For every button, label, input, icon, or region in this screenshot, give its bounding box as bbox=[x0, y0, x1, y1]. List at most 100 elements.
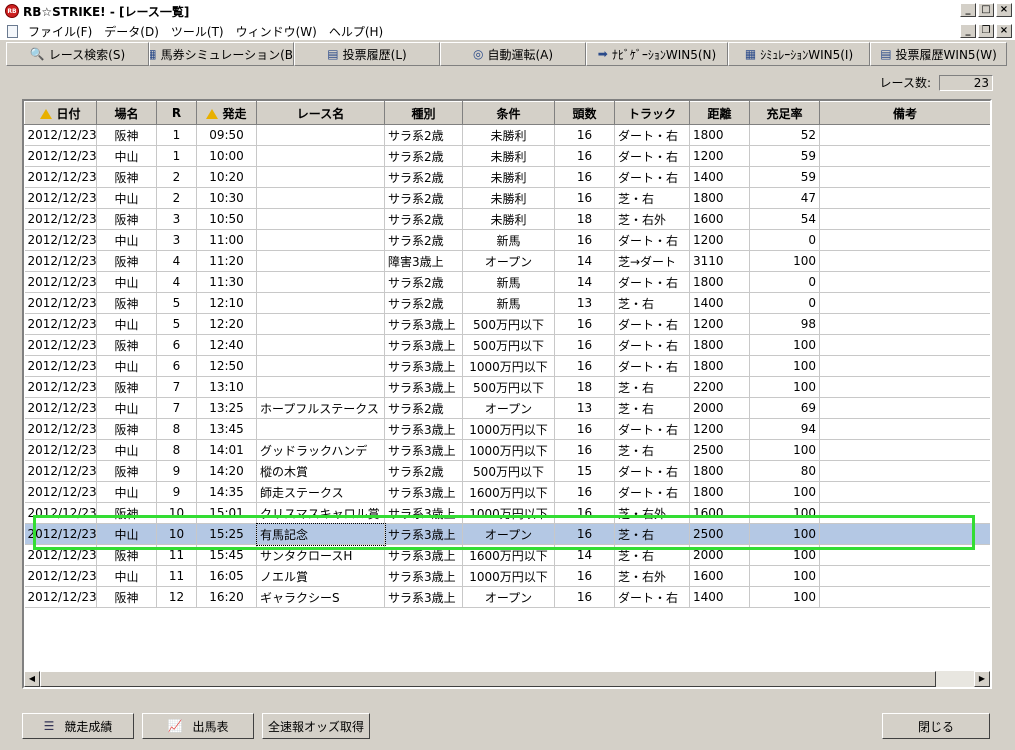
table-row[interactable]: 2012/12/23 中山 5 12:20 サラ系3歳上 500万円以下 16 ダート・右 12… bbox=[24, 313, 990, 335]
table-row[interactable]: 2012/12/23 阪神 3 10:50 サラ系2歳 未勝利 18 芝・右外 1600 54 bbox=[24, 208, 990, 230]
minimize-button[interactable]: _ bbox=[960, 3, 976, 17]
table-row[interactable]: 2012/12/23 阪神 7 13:10 サラ系3歳上 500万円以下 18 芝・右 2200… bbox=[24, 376, 990, 398]
cell-race-name bbox=[256, 313, 385, 335]
table-row[interactable]: 2012/12/23 中山 1 10:00 サラ系2歳 未勝利 16 ダート・右 1200 59 bbox=[24, 145, 990, 167]
cell-condition: 1000万円以下 bbox=[462, 418, 555, 440]
navigation-win5-button[interactable]: ➡ ﾅﾋﾞｹﾞｰｼｮﾝWIN5(N) bbox=[586, 42, 728, 66]
table-row[interactable]: 2012/12/23 中山 6 12:50 サラ系3歳上 1000万円以下 16 ダート・右 1… bbox=[24, 355, 990, 377]
table-row[interactable]: 2012/12/23 阪神 5 12:10 サラ系2歳 新馬 13 芝・右 1400 0 bbox=[24, 292, 990, 314]
cell-race-number: 10 bbox=[156, 523, 197, 545]
bet-simulation-button[interactable]: ▦ 馬券シミュレーション(B) bbox=[149, 42, 294, 66]
cell-date: 2012/12/23 bbox=[24, 313, 97, 335]
column-header-date[interactable]: 日付 bbox=[24, 101, 97, 125]
close-window-button[interactable]: × bbox=[996, 3, 1012, 17]
table-row[interactable]: 2012/12/23 中山 7 13:25 ホープフルステークス サラ系2歳 オープン 13 芝… bbox=[24, 397, 990, 419]
horizontal-scrollbar[interactable]: ◀ ▶ bbox=[24, 671, 990, 687]
cell-race-number: 8 bbox=[156, 439, 197, 461]
cell-fill-rate: 100 bbox=[749, 376, 820, 398]
table-row[interactable]: 2012/12/23 阪神 6 12:40 サラ系3歳上 500万円以下 16 ダート・右 18… bbox=[24, 334, 990, 356]
cell-notes bbox=[819, 460, 990, 482]
simulation-win5-button[interactable]: ▦ ｼﾐｭﾚｰｼｮﾝWIN5(I) bbox=[728, 42, 870, 66]
table-row[interactable]: 2012/12/23 阪神 4 11:20 障害3歳上 オープン 14 芝→ダート 3110 10… bbox=[24, 250, 990, 272]
scroll-track[interactable] bbox=[936, 671, 974, 687]
cell-condition: 新馬 bbox=[462, 229, 555, 251]
cell-runners: 13 bbox=[554, 397, 615, 419]
cell-category: サラ系3歳上 bbox=[384, 481, 463, 503]
cell-distance: 1800 bbox=[689, 481, 750, 503]
fetch-odds-button[interactable]: 全速報オッズ取得 bbox=[262, 713, 370, 739]
scroll-thumb[interactable] bbox=[40, 671, 936, 687]
cell-venue: 阪神 bbox=[96, 250, 157, 272]
table-row[interactable]: 2012/12/23 中山 8 14:01 グッドラックハンデ サラ系3歳上 1000万円以… bbox=[24, 439, 990, 461]
maximize-button[interactable]: □ bbox=[978, 3, 994, 17]
chart-icon: 📈 bbox=[167, 719, 183, 733]
cell-track: ダート・右 bbox=[614, 586, 690, 608]
entries-button[interactable]: 📈 出馬表 bbox=[142, 713, 254, 739]
cell-race-name: クリスマスキャロル賞 bbox=[256, 502, 385, 524]
cell-venue: 阪神 bbox=[96, 376, 157, 398]
race-list-grid[interactable]: 日付 場名 R 発走 レース名 種別 条件 頭数 トラック 距離 充足率 備考 2012/12/23 阪… bbox=[22, 99, 992, 689]
menu-tools[interactable]: ツール(T) bbox=[165, 23, 230, 40]
cell-race-name bbox=[256, 124, 385, 146]
table-row[interactable]: 2012/12/23 阪神 8 13:45 サラ系3歳上 1000万円以下 16 ダート・右 1… bbox=[24, 418, 990, 440]
cell-runners: 16 bbox=[554, 166, 615, 188]
column-header-track[interactable]: トラック bbox=[614, 101, 690, 125]
cell-race-number: 2 bbox=[156, 166, 197, 188]
scroll-right-button[interactable]: ▶ bbox=[974, 671, 990, 687]
column-header-start-time[interactable]: 発走 bbox=[196, 101, 257, 125]
close-button[interactable]: 閉じる bbox=[882, 713, 990, 739]
race-results-button[interactable]: ☰ 競走成績 bbox=[22, 713, 134, 739]
cell-race-name: ノエル賞 bbox=[256, 565, 385, 587]
cell-race-number: 5 bbox=[156, 292, 197, 314]
cell-date: 2012/12/23 bbox=[24, 292, 97, 314]
cell-start-time: 13:45 bbox=[196, 418, 257, 440]
cell-category: サラ系2歳 bbox=[384, 166, 463, 188]
table-row[interactable]: 2012/12/23 阪神 12 16:20 ギャラクシーS サラ系3歳上 オープン 16 ダー… bbox=[24, 586, 990, 608]
table-row[interactable]: 2012/12/23 中山 10 15:25 有馬記念 サラ系3歳上 オープン 16 芝・右 25… bbox=[24, 522, 990, 546]
table-row[interactable]: 2012/12/23 中山 4 11:30 サラ系2歳 新馬 14 ダート・右 1800 0 bbox=[24, 271, 990, 293]
vote-history-win5-button[interactable]: ▤ 投票履歴WIN5(W) bbox=[870, 42, 1007, 66]
column-header-distance[interactable]: 距離 bbox=[689, 101, 750, 125]
cell-date: 2012/12/23 bbox=[24, 355, 97, 377]
cell-race-name bbox=[256, 229, 385, 251]
table-row[interactable]: 2012/12/23 中山 11 16:05 ノエル賞 サラ系3歳上 1000万円以下 16 芝… bbox=[24, 565, 990, 587]
cell-fill-rate: 59 bbox=[749, 145, 820, 167]
column-header-race-number[interactable]: R bbox=[156, 101, 197, 125]
menu-data[interactable]: データ(D) bbox=[98, 23, 165, 40]
menu-help[interactable]: ヘルプ(H) bbox=[323, 23, 389, 40]
cell-race-number: 1 bbox=[156, 124, 197, 146]
table-row[interactable]: 2012/12/23 阪神 1 09:50 サラ系2歳 未勝利 16 ダート・右 1800 52 bbox=[24, 124, 990, 146]
table-row[interactable]: 2012/12/23 阪神 2 10:20 サラ系2歳 未勝利 16 ダート・右 1400 59 bbox=[24, 166, 990, 188]
column-header-fill-rate[interactable]: 充足率 bbox=[749, 101, 820, 125]
vote-history-button[interactable]: ▤ 投票履歴(L) bbox=[294, 42, 440, 66]
column-header-condition[interactable]: 条件 bbox=[462, 101, 555, 125]
cell-race-number: 11 bbox=[156, 544, 197, 566]
cell-notes bbox=[819, 502, 990, 524]
cell-track: 芝・右外 bbox=[614, 502, 690, 524]
column-header-race-name[interactable]: レース名 bbox=[256, 101, 385, 125]
column-header-venue[interactable]: 場名 bbox=[96, 101, 157, 125]
table-row[interactable]: 2012/12/23 中山 3 11:00 サラ系2歳 新馬 16 ダート・右 1200 0 bbox=[24, 229, 990, 251]
child-close-button[interactable]: × bbox=[996, 24, 1012, 38]
table-row[interactable]: 2012/12/23 阪神 10 15:01 クリスマスキャロル賞 サラ系3歳上 1000万… bbox=[24, 502, 990, 524]
menu-window[interactable]: ウィンドウ(W) bbox=[230, 23, 323, 40]
race-search-button[interactable]: 🔍 レース検索(S) bbox=[6, 42, 149, 66]
cell-track: ダート・右 bbox=[614, 460, 690, 482]
auto-drive-button[interactable]: ◎ 自動運転(A) bbox=[440, 42, 586, 66]
document-icon[interactable] bbox=[7, 24, 18, 38]
cell-venue: 中山 bbox=[96, 397, 157, 419]
menu-file[interactable]: ファイル(F) bbox=[22, 23, 98, 40]
cell-venue: 阪神 bbox=[96, 544, 157, 566]
table-row[interactable]: 2012/12/23 阪神 9 14:20 樅の木賞 サラ系2歳 500万円以下 15 ダート・… bbox=[24, 460, 990, 482]
scroll-left-button[interactable]: ◀ bbox=[24, 671, 40, 687]
child-restore-button[interactable]: ❐ bbox=[978, 24, 994, 38]
column-header-runners[interactable]: 頭数 bbox=[554, 101, 615, 125]
child-minimize-button[interactable]: _ bbox=[960, 24, 976, 38]
table-row[interactable]: 2012/12/23 阪神 11 15:45 サンタクロースH サラ系3歳上 1600万円以… bbox=[24, 544, 990, 566]
table-row[interactable]: 2012/12/23 中山 9 14:35 師走ステークス サラ系3歳上 1600万円以下 1… bbox=[24, 481, 990, 503]
column-header-category[interactable]: 種別 bbox=[384, 101, 463, 125]
column-header-notes[interactable]: 備考 bbox=[819, 101, 990, 125]
table-row[interactable]: 2012/12/23 中山 2 10:30 サラ系2歳 未勝利 16 芝・右 1800 47 bbox=[24, 187, 990, 209]
cell-start-time: 15:01 bbox=[196, 502, 257, 524]
cell-condition: オープン bbox=[462, 586, 555, 608]
